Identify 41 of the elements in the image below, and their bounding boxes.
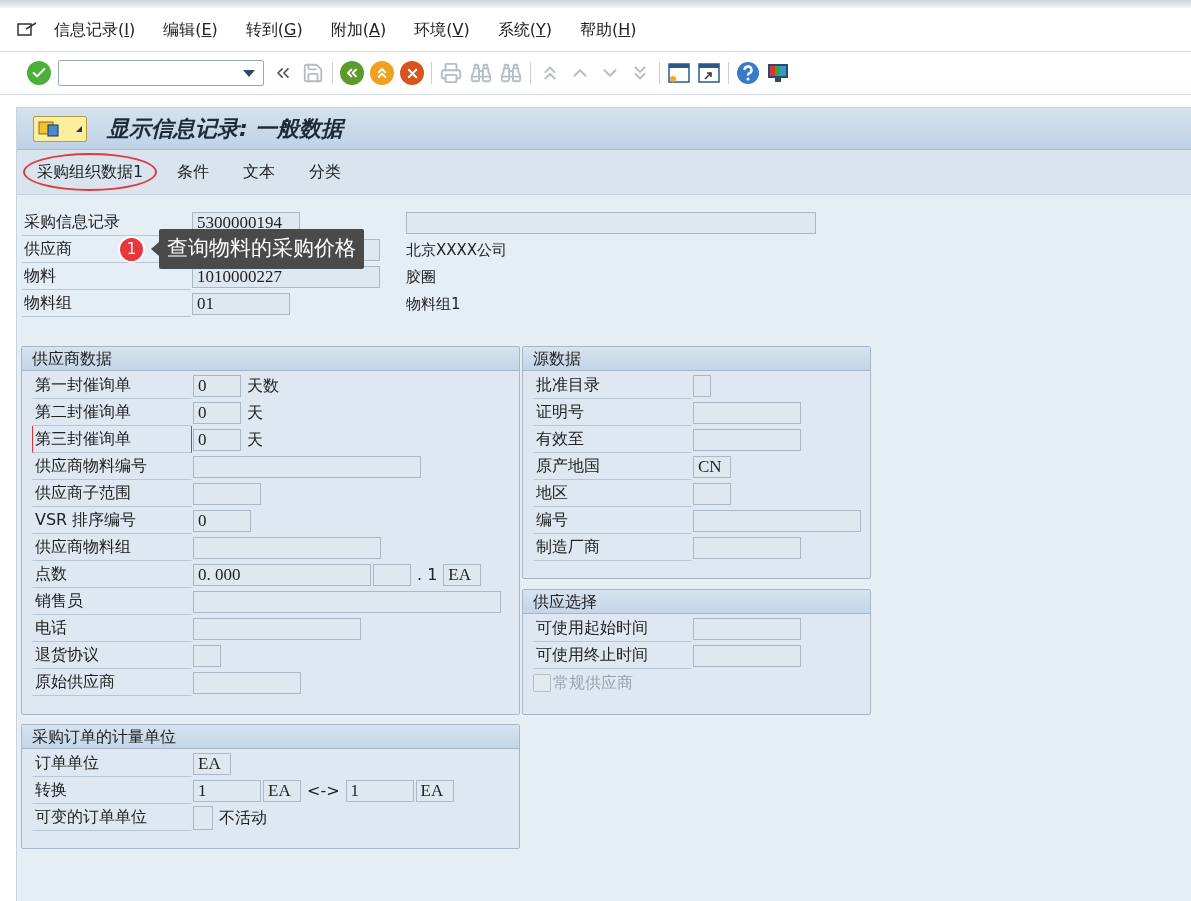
field-label: 批准目录	[533, 372, 692, 399]
field-label: 物料组	[22, 290, 191, 317]
field-label: 供应商物料编号	[32, 453, 192, 480]
field-label: 供应商子范围	[32, 480, 192, 507]
field-text: 天数	[246, 374, 280, 397]
field-label: 电话	[32, 615, 192, 642]
group-title: 采购订单的计量单位	[32, 725, 176, 748]
field-text: 天	[246, 428, 264, 451]
field-text: <->	[306, 779, 341, 802]
field-label: 证明号	[533, 399, 692, 426]
field-label: 可使用终止时间	[533, 642, 692, 669]
field-label: 退货协议	[32, 642, 192, 669]
field-label: 第一封催询单	[32, 372, 192, 399]
field-label: 第三封催询单	[32, 426, 192, 453]
field-label: 可变的订单单位	[32, 804, 192, 831]
field-text: 天	[246, 401, 264, 424]
group-title: 源数据	[533, 347, 581, 370]
checkbox-label: 常规供应商	[553, 671, 633, 694]
field-label: 点数	[32, 561, 192, 588]
field-text: 不活动	[218, 806, 268, 829]
field-label: VSR 排序编号	[32, 507, 192, 534]
description-text: 北京XXXX公司	[406, 240, 508, 259]
group-title: 供应选择	[533, 590, 597, 613]
field-label: 第二封催询单	[32, 399, 192, 426]
field-label: 销售员	[32, 588, 192, 615]
group-title: 供应商数据	[32, 347, 112, 370]
field-label: 制造厂商	[533, 534, 692, 561]
screen-title: 显示信息记录: 一般数据	[107, 115, 344, 143]
field-label: 可使用起始时间	[533, 615, 692, 642]
description-text: 胶圈	[406, 267, 436, 286]
field-label: 有效至	[533, 426, 692, 453]
field-text: . 1	[416, 563, 439, 586]
field-label: 原始供应商	[32, 669, 192, 696]
field-label: 编号	[533, 507, 692, 534]
field-label: 订单单位	[32, 750, 192, 777]
field-label: 原产地国	[533, 453, 692, 480]
description-text: 物料组1	[406, 294, 461, 313]
field-label: 转换	[32, 777, 192, 804]
field-label: 供应商物料组	[32, 534, 192, 561]
field-label: 地区	[533, 480, 692, 507]
callout-tooltip: 查询物料的采购价格	[159, 229, 364, 269]
